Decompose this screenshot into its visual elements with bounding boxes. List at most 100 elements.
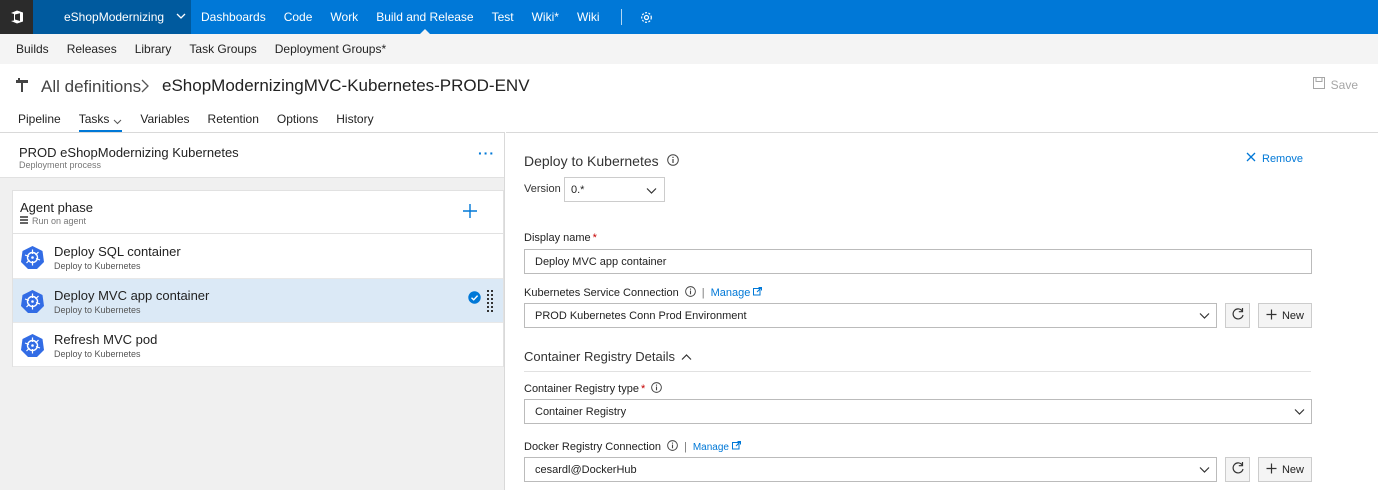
k8s-connection-label-text: Kubernetes Service Connection xyxy=(524,287,679,299)
required-marker: * xyxy=(592,232,597,244)
registry-type-select[interactable]: Container Registry xyxy=(524,399,1312,424)
k8s-connection-label: Kubernetes Service Connection | Manage xyxy=(524,286,763,300)
tab-options[interactable]: Options xyxy=(268,106,327,132)
new-label: New xyxy=(1281,463,1304,476)
save-label: Save xyxy=(1330,77,1358,92)
settings-gear-icon[interactable] xyxy=(634,0,659,34)
breadcrumb-all-definitions[interactable]: All definitions xyxy=(41,77,141,97)
phase-subtitle: Run on agent xyxy=(20,216,86,226)
kubernetes-icon xyxy=(20,333,45,361)
subnav-task-groups[interactable]: Task Groups xyxy=(180,42,265,56)
tab-retention[interactable]: Retention xyxy=(199,106,268,132)
manage-docker-link[interactable]: Manage xyxy=(693,441,741,453)
remove-label: Remove xyxy=(1262,152,1303,165)
stage-header[interactable]: PROD eShopModernizing Kubernetes Deploym… xyxy=(0,133,504,178)
separator: | xyxy=(701,287,705,299)
refresh-k8s-button[interactable] xyxy=(1225,303,1250,328)
registry-type-label-text: Container Registry type xyxy=(524,383,639,395)
nav-separator xyxy=(620,9,622,25)
nav-wiki-star[interactable]: Wiki* xyxy=(523,0,568,34)
display-name-label-text: Display name xyxy=(524,232,591,244)
tab-variables[interactable]: Variables xyxy=(131,106,198,132)
stage-subtitle: Deployment process xyxy=(19,160,102,170)
task-title: Deploy MVC app container xyxy=(54,288,210,303)
display-name-label: Display name * xyxy=(524,232,597,244)
new-k8s-connection-button[interactable]: New xyxy=(1258,303,1312,328)
task-title: Refresh MVC pod xyxy=(54,332,158,347)
stage-title: PROD eShopModernizing Kubernetes xyxy=(19,145,239,160)
top-navigation-bar: eShopModernizing Dashboards Code Work Bu… xyxy=(0,0,1378,34)
release-definition-icon xyxy=(16,78,28,95)
section-divider xyxy=(524,371,1311,372)
kubernetes-icon xyxy=(20,245,45,273)
version-label: Version xyxy=(524,183,561,195)
task-row[interactable]: Refresh MVC pod Deploy to Kubernetes xyxy=(13,323,503,367)
server-icon xyxy=(20,216,28,226)
nav-dashboards[interactable]: Dashboards xyxy=(192,0,275,34)
tab-tasks-label: Tasks xyxy=(78,112,110,126)
chevron-down-icon xyxy=(113,115,122,129)
nav-build-and-release[interactable]: Build and Release xyxy=(367,0,482,34)
refresh-icon xyxy=(1231,307,1245,324)
save-button[interactable]: Save xyxy=(1312,77,1358,92)
task-properties-title: Deploy to Kubernetes xyxy=(524,153,679,169)
subnav-deployment-groups[interactable]: Deployment Groups* xyxy=(266,42,395,56)
more-options-icon[interactable]: ··· xyxy=(478,145,495,161)
task-subtitle: Deploy to Kubernetes xyxy=(54,349,141,359)
tab-pipeline[interactable]: Pipeline xyxy=(9,106,70,132)
k8s-connection-select[interactable]: PROD Kubernetes Conn Prod Environment xyxy=(524,303,1217,328)
docker-connection-select[interactable]: cesardl@DockerHub xyxy=(524,457,1217,482)
refresh-docker-button[interactable] xyxy=(1225,457,1250,482)
drag-handle-icon[interactable] xyxy=(487,290,494,315)
task-properties-title-text: Deploy to Kubernetes xyxy=(524,153,659,169)
tab-tasks[interactable]: Tasks xyxy=(70,106,132,132)
nav-wiki[interactable]: Wiki xyxy=(568,0,609,34)
remove-button[interactable]: Remove xyxy=(1246,152,1303,165)
nav-test[interactable]: Test xyxy=(483,0,523,34)
external-link-icon xyxy=(753,287,763,299)
task-row-selected[interactable]: Deploy MVC app container Deploy to Kuber… xyxy=(13,279,503,323)
chevron-down-icon xyxy=(1199,311,1210,323)
tab-history[interactable]: History xyxy=(327,106,382,132)
subnav-builds[interactable]: Builds xyxy=(7,42,58,56)
subnav-library[interactable]: Library xyxy=(126,42,181,56)
page-title[interactable]: eShopModernizingMVC-Kubernetes-PROD-ENV xyxy=(162,76,530,96)
nav-work[interactable]: Work xyxy=(321,0,367,34)
container-registry-section-toggle[interactable]: Container Registry Details xyxy=(524,349,692,364)
sub-navigation-bar: Builds Releases Library Task Groups Depl… xyxy=(0,34,1378,64)
version-select[interactable]: 0.* xyxy=(564,177,665,202)
chevron-right-icon xyxy=(140,78,150,97)
new-docker-connection-button[interactable]: New xyxy=(1258,457,1312,482)
registry-type-value: Container Registry xyxy=(535,406,627,418)
nav-code[interactable]: Code xyxy=(275,0,322,34)
project-selector[interactable]: eShopModernizing xyxy=(33,0,191,34)
check-circle-icon xyxy=(468,291,481,307)
docker-connection-value: cesardl@DockerHub xyxy=(535,464,637,476)
display-name-input[interactable]: Deploy MVC app container xyxy=(524,249,1312,274)
subnav-releases[interactable]: Releases xyxy=(58,42,126,56)
vsts-logo-icon[interactable] xyxy=(0,0,33,34)
add-task-icon[interactable] xyxy=(462,203,478,222)
chevron-down-icon xyxy=(1199,465,1210,477)
separator: | xyxy=(683,441,687,453)
info-icon[interactable] xyxy=(667,440,678,454)
docker-connection-label-text: Docker Registry Connection xyxy=(524,441,661,453)
save-icon xyxy=(1312,77,1325,92)
manage-k8s-link[interactable]: Manage xyxy=(711,287,763,299)
task-row[interactable]: Deploy SQL container Deploy to Kubernete… xyxy=(13,235,503,279)
title-row: All definitions eShopModernizingMVC-Kube… xyxy=(0,64,1378,106)
info-icon[interactable] xyxy=(666,153,679,169)
phase-subtitle-text: Run on agent xyxy=(32,216,87,226)
manage-label: Manage xyxy=(692,441,729,453)
k8s-connection-value: PROD Kubernetes Conn Prod Environment xyxy=(535,310,747,322)
chevron-down-icon xyxy=(646,186,657,198)
docker-connection-label: Docker Registry Connection | Manage xyxy=(524,440,741,454)
new-label: New xyxy=(1281,309,1304,322)
task-subtitle: Deploy to Kubernetes xyxy=(54,261,141,271)
section-title: Container Registry Details xyxy=(524,349,676,364)
phase-header[interactable]: Agent phase Run on agent xyxy=(13,191,503,234)
info-icon[interactable] xyxy=(651,382,663,396)
info-icon[interactable] xyxy=(684,286,696,300)
version-value: 0.* xyxy=(571,184,585,196)
task-title: Deploy SQL container xyxy=(54,244,181,259)
